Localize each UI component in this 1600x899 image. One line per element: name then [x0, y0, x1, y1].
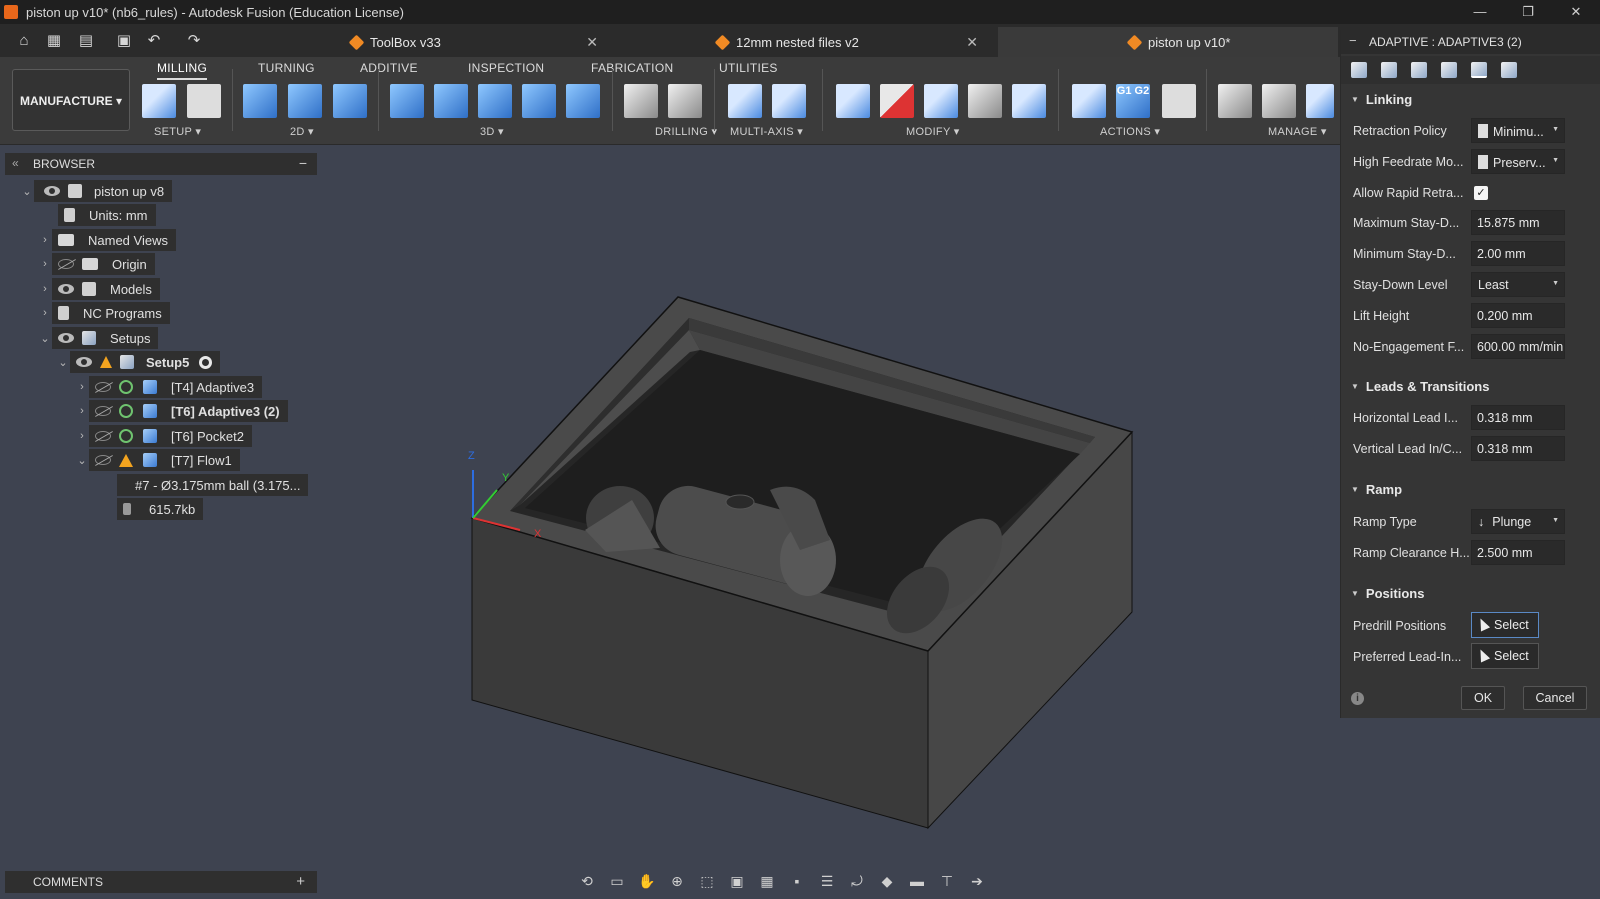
- comments-panel[interactable]: COMMENTS +: [5, 871, 317, 893]
- pan-icon[interactable]: ✋: [635, 873, 659, 890]
- navigation-bar: ⟲ ▭ ✋ ⊕ ⬚ ▣ ▦ ▪ ☰ ⤾ ◆ ▬ ⊤ ➔: [575, 869, 1025, 893]
- predrill-positions-label: Predrill Positions: [1353, 619, 1447, 633]
- stay-down-level-dropdown[interactable]: Least ▼: [1471, 272, 1565, 297]
- vertical-lead-label: Vertical Lead In/C...: [1353, 442, 1463, 456]
- button-label: Select: [1494, 618, 1529, 632]
- button-label: Select: [1494, 649, 1529, 663]
- viewports-icon[interactable]: ▪: [785, 873, 809, 889]
- predrill-select-button[interactable]: Select: [1471, 612, 1539, 638]
- tab-passes-icon[interactable]: [1441, 62, 1457, 78]
- simulation-arrow-icon[interactable]: ➔: [965, 873, 989, 890]
- high-feedrate-icon: [1478, 155, 1488, 169]
- view-cube-icon[interactable]: ◆: [875, 873, 899, 890]
- section-linking[interactable]: Linking: [1351, 92, 1412, 107]
- tab-linking-icon[interactable]: [1471, 62, 1487, 78]
- dropdown-value: Minimu...: [1493, 125, 1544, 139]
- no-engagement-label: No-Engagement F...: [1353, 340, 1465, 354]
- allow-rapid-label: Allow Rapid Retra...: [1353, 186, 1464, 200]
- dropdown-value: Least: [1478, 278, 1509, 292]
- tab-geometry-icon[interactable]: [1381, 62, 1397, 78]
- operation-dialog: − ADAPTIVE : ADAPTIVE3 (2) Linking Retra…: [1340, 30, 1600, 718]
- comments-title: COMMENTS: [33, 875, 103, 889]
- camera-icon[interactable]: ▬: [905, 873, 929, 889]
- dialog-header[interactable]: − ADAPTIVE : ADAPTIVE3 (2): [1341, 30, 1600, 54]
- x-axis-label: X: [534, 528, 542, 540]
- max-stay-down-input[interactable]: 15.875 mm: [1471, 210, 1565, 235]
- dropdown-value: Plunge: [1492, 515, 1532, 529]
- z-axis-label: Z: [468, 450, 475, 462]
- stay-down-level-label: Stay-Down Level: [1353, 278, 1448, 292]
- retraction-policy-dropdown[interactable]: Minimu... ▼: [1471, 118, 1565, 143]
- min-stay-down-input[interactable]: 2.00 mm: [1471, 241, 1565, 266]
- caret-icon: ▼: [1552, 517, 1559, 524]
- add-comment-button[interactable]: +: [296, 873, 305, 890]
- ramp-type-dropdown[interactable]: ↓ Plunge ▼: [1471, 509, 1565, 534]
- tab-heights-icon[interactable]: [1411, 62, 1427, 78]
- section-positions[interactable]: Positions: [1351, 586, 1425, 601]
- high-feedrate-dropdown[interactable]: Preserv... ▼: [1471, 149, 1565, 174]
- orbit-options-icon[interactable]: ⤾: [845, 873, 869, 890]
- caret-icon: ▼: [1552, 157, 1559, 164]
- ok-button[interactable]: OK: [1461, 686, 1505, 710]
- horizontal-lead-input[interactable]: 0.318 mm: [1471, 405, 1565, 430]
- ramp-clearance-input[interactable]: 2.500 mm: [1471, 540, 1565, 565]
- cancel-button[interactable]: Cancel: [1523, 686, 1587, 710]
- info-icon[interactable]: i: [1351, 692, 1364, 705]
- look-at-icon[interactable]: ▭: [605, 873, 629, 890]
- display-settings-icon[interactable]: ▣: [725, 873, 749, 890]
- section-leads-transitions[interactable]: Leads & Transitions: [1351, 379, 1490, 394]
- high-feedrate-label: High Feedrate Mo...: [1353, 155, 1464, 169]
- part-hole: [725, 494, 755, 510]
- ramp-clearance-label: Ramp Clearance H...: [1353, 546, 1470, 560]
- dropdown-value: Preserv...: [1493, 156, 1546, 170]
- orbit-icon[interactable]: ⟲: [575, 873, 599, 890]
- retraction-policy-label: Retraction Policy: [1353, 124, 1447, 138]
- preferred-lead-label: Preferred Lead-In...: [1353, 650, 1462, 664]
- ramp-type-label: Ramp Type: [1353, 515, 1417, 529]
- min-stay-down-label: Minimum Stay-D...: [1353, 247, 1456, 261]
- dialog-title: ADAPTIVE : ADAPTIVE3 (2): [1369, 35, 1522, 49]
- max-stay-down-label: Maximum Stay-D...: [1353, 216, 1460, 230]
- plunge-arrow-icon: ↓: [1478, 515, 1485, 529]
- zoom-icon[interactable]: ⊕: [665, 873, 689, 890]
- grid-icon[interactable]: ▦: [755, 873, 779, 890]
- caret-icon: ▼: [1552, 126, 1559, 133]
- horizontal-lead-label: Horizontal Lead I...: [1353, 411, 1458, 425]
- collapse-dialog-icon[interactable]: −: [1349, 33, 1357, 48]
- dialog-tab-bar: [1341, 56, 1600, 84]
- no-engagement-input[interactable]: 600.00 mm/min: [1471, 334, 1565, 359]
- fit-icon[interactable]: ⬚: [695, 873, 719, 890]
- preferred-lead-select-button[interactable]: Select: [1471, 643, 1539, 669]
- tab-tool-icon[interactable]: [1351, 62, 1367, 78]
- cursor-icon: [1475, 616, 1491, 632]
- caret-icon: ▼: [1552, 280, 1559, 287]
- section-ramp[interactable]: Ramp: [1351, 482, 1402, 497]
- allow-rapid-checkbox[interactable]: ✓: [1474, 186, 1488, 200]
- y-axis-label: Y: [502, 472, 510, 484]
- retraction-policy-icon: [1478, 124, 1488, 138]
- tab-simulation-icon[interactable]: [1501, 62, 1517, 78]
- cursor-icon: [1475, 647, 1491, 663]
- lift-height-label: Lift Height: [1353, 309, 1410, 323]
- tool-display-icon[interactable]: ⊤: [935, 873, 959, 890]
- show-hide-icon[interactable]: ☰: [815, 873, 839, 890]
- lift-height-input[interactable]: 0.200 mm: [1471, 303, 1565, 328]
- vertical-lead-input[interactable]: 0.318 mm: [1471, 436, 1565, 461]
